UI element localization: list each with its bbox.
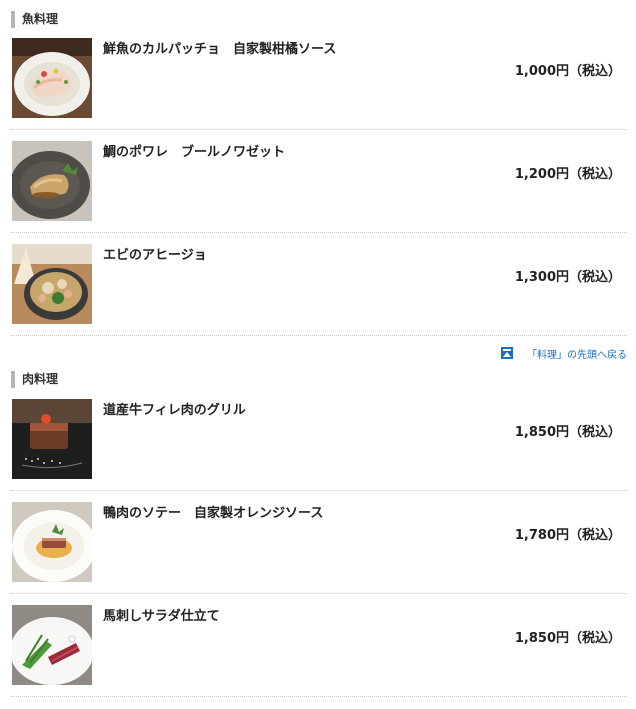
beef-fillet-photo	[12, 399, 92, 479]
item-divider	[11, 593, 627, 594]
menu-item-name: 鯛のポワレ ブールノワゼット	[103, 145, 286, 160]
menu-item-price: 1,850円（税込）	[514, 425, 621, 440]
menu-item-name: 鴨肉のソテー 自家製オレンジソース	[103, 506, 324, 521]
menu-item: 鯛のポワレ ブールノワゼット 1,200円（税込）	[11, 141, 627, 245]
menu-item: 馬刺しサラダ仕立て 1,850円（税込）	[11, 605, 627, 709]
carpaccio-photo	[12, 38, 92, 118]
menu-item-price: 1,780円（税込）	[514, 528, 621, 543]
menu-item-price: 1,200円（税込）	[514, 167, 621, 182]
menu-item: 鴨肉のソテー 自家製オレンジソース 1,780円（税込）	[11, 502, 627, 606]
item-divider	[11, 335, 627, 336]
item-divider	[11, 490, 627, 491]
menu-item-name: 馬刺しサラダ仕立て	[103, 609, 220, 624]
menu-item-name: エビのアヒージョ	[103, 248, 207, 263]
item-divider	[11, 232, 627, 233]
horse-sashimi-salad-photo	[12, 605, 92, 685]
menu-item-price: 1,000円（税込）	[514, 64, 621, 79]
menu-item-price: 1,850円（税込）	[514, 631, 621, 646]
menu-item-name: 鮮魚のカルパッチョ 自家製柑橘ソース	[103, 42, 337, 57]
menu-item-name: 道産牛フィレ肉のグリル	[103, 403, 246, 418]
sea-bream-poele-photo	[12, 141, 92, 221]
menu-item: 鮮魚のカルパッチョ 自家製柑橘ソース 1,000円（税込）	[11, 38, 627, 142]
item-divider	[11, 696, 627, 697]
section-title-meat: 肉料理	[11, 371, 58, 388]
section-title-fish: 魚料理	[11, 11, 58, 28]
back-to-top-label: 「料理」の先頭へ戻る	[527, 349, 627, 361]
menu-item: 道産牛フィレ肉のグリル 1,850円（税込）	[11, 399, 627, 503]
shrimp-ajillo-photo	[12, 244, 92, 324]
arrow-up-to-top-icon	[501, 347, 513, 359]
menu-item-price: 1,300円（税込）	[514, 270, 621, 285]
item-divider	[11, 129, 627, 130]
duck-saute-photo	[12, 502, 92, 582]
menu-item: エビのアヒージョ 1,300円（税込）	[11, 244, 627, 348]
back-to-top-link[interactable]: 「料理」の先頭へ戻る	[501, 346, 627, 361]
